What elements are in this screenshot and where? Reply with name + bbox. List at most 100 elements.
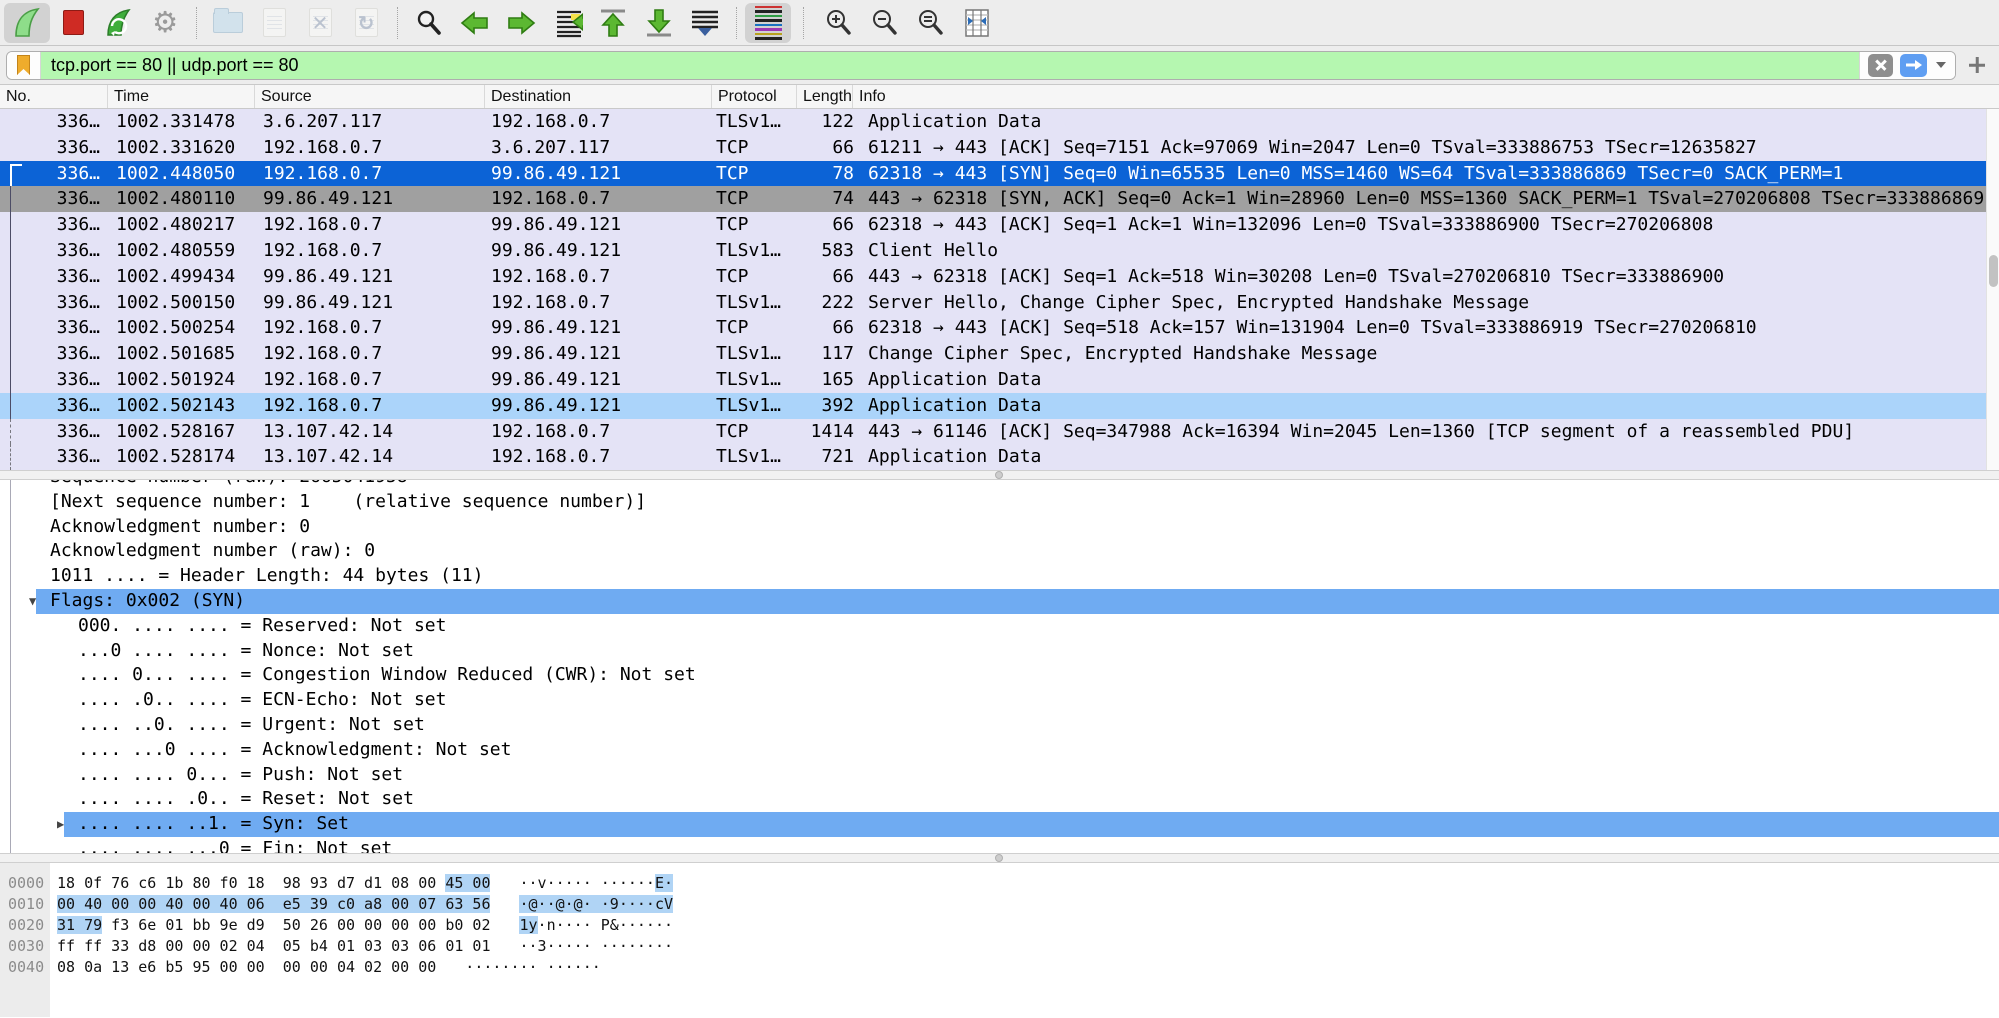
packet-row[interactable]: 336…1002.50015099.86.49.121192.168.0.7TL…: [0, 290, 1999, 316]
filter-clear-button[interactable]: [1868, 54, 1893, 77]
expand-icon[interactable]: ▶: [57, 812, 64, 837]
detail-line[interactable]: .... .... 0... = Push: Not set: [0, 763, 1999, 788]
packet-row[interactable]: 336…1002.502143192.168.0.799.86.49.121TL…: [0, 393, 1999, 419]
packet-row[interactable]: 336…1002.331620192.168.0.73.6.207.117TCP…: [0, 135, 1999, 161]
add-filter-button[interactable]: [1966, 54, 1988, 76]
cell-src: 192.168.0.7: [255, 393, 485, 419]
detail-line[interactable]: .... .0.. .... = ECN-Echo: Not set: [0, 688, 1999, 713]
packet-row[interactable]: 336…1002.48011099.86.49.121192.168.0.7TC…: [0, 186, 1999, 212]
scrollbar-thumb[interactable]: [1989, 255, 1998, 287]
hex-row[interactable]: 0030ff ff 33 d8 00 00 02 04 05 b4 01 03 …: [0, 936, 1999, 957]
detail-line[interactable]: ▼ Flags: 0x002 (SYN): [0, 589, 1999, 614]
detail-lines: Sequence number (raw): 2665041958[Next s…: [0, 480, 1999, 853]
display-filter-field[interactable]: tcp.port == 80 || udp.port == 80: [6, 51, 1956, 80]
filter-buttons: [1859, 52, 1955, 79]
hex-ascii: ·@··@·@· ·9····cV: [519, 894, 673, 915]
filter-dropdown-caret[interactable]: [1936, 62, 1946, 68]
conversation-bracket: [10, 444, 22, 470]
cell-time: 1002.502143: [108, 393, 255, 419]
hex-offset: 0040: [0, 957, 49, 978]
go-to-packet-button[interactable]: [544, 3, 590, 43]
zoom-out-button[interactable]: [862, 3, 908, 43]
pane-splitter-top[interactable]: [0, 470, 1999, 480]
stop-icon: [63, 10, 84, 35]
go-last-button[interactable]: [636, 3, 682, 43]
detail-line[interactable]: .... .... .0.. = Reset: Not set: [0, 787, 1999, 812]
capture-restart-button[interactable]: [96, 3, 142, 43]
collapse-icon[interactable]: ▼: [29, 589, 36, 614]
column-header-no[interactable]: No.: [0, 85, 108, 108]
filter-input[interactable]: tcp.port == 80 || udp.port == 80: [41, 52, 1859, 79]
detail-line[interactable]: .... ..0. .... = Urgent: Not set: [0, 713, 1999, 738]
go-back-button[interactable]: [452, 3, 498, 43]
filter-text: tcp.port == 80 || udp.port == 80: [51, 55, 299, 76]
column-header-time[interactable]: Time: [108, 85, 255, 108]
conversation-bracket: [10, 238, 22, 264]
detail-line[interactable]: ▶.... .... ..1. = Syn: Set: [0, 812, 1999, 837]
filter-bookmark-button[interactable]: [7, 52, 41, 79]
cell-proto: TCP: [712, 419, 797, 445]
hex-bytes: 00 40 00 00 40 00 40 06 e5 39 c0 a8 00 0…: [49, 894, 490, 915]
zoom-in-icon: [825, 9, 853, 37]
colorize-button[interactable]: [745, 3, 791, 43]
close-file-icon: ✕: [309, 8, 332, 37]
packet-row[interactable]: 336…1002.501924192.168.0.799.86.49.121TL…: [0, 367, 1999, 393]
capture-start-button[interactable]: [4, 3, 50, 43]
conversation-bracket: [10, 164, 22, 187]
packet-list-scrollbar[interactable]: [1986, 109, 1999, 470]
column-header-length[interactable]: Length: [797, 85, 853, 108]
packet-row[interactable]: 336…1002.501685192.168.0.799.86.49.121TL…: [0, 341, 1999, 367]
detail-line[interactable]: .... 0... .... = Congestion Window Reduc…: [0, 663, 1999, 688]
detail-text: Flags: 0x002 (SYN): [50, 589, 245, 614]
hex-row[interactable]: 000018 0f 76 c6 1b 80 f0 18 98 93 d7 d1 …: [0, 873, 1999, 894]
go-first-button[interactable]: [590, 3, 636, 43]
go-forward-button[interactable]: [498, 3, 544, 43]
detail-line[interactable]: ...0 .... .... = Nonce: Not set: [0, 639, 1999, 664]
filter-apply-button[interactable]: [1900, 54, 1927, 77]
detail-line[interactable]: Sequence number (raw): 2665041958: [0, 480, 1999, 490]
zoom-in-button[interactable]: [816, 3, 862, 43]
save-file-button[interactable]: [251, 3, 297, 43]
arrow-to-bottom-icon: [644, 8, 674, 38]
resize-columns-button[interactable]: [954, 3, 1000, 43]
packet-row[interactable]: 336…1002.480559192.168.0.799.86.49.121TL…: [0, 238, 1999, 264]
packet-row[interactable]: 336…1002.52817413.107.42.14192.168.0.7TL…: [0, 444, 1999, 470]
shark-fin-start-icon: [9, 5, 45, 41]
column-header-source[interactable]: Source: [255, 85, 485, 108]
detail-line[interactable]: Acknowledgment number: 0: [0, 515, 1999, 540]
detail-line[interactable]: 000. .... .... = Reserved: Not set: [0, 614, 1999, 639]
packet-row[interactable]: 336…1002.52816713.107.42.14192.168.0.7TC…: [0, 419, 1999, 445]
find-packet-button[interactable]: [406, 3, 452, 43]
cell-time: 1002.480110: [108, 186, 255, 212]
cell-src: 3.6.207.117: [255, 109, 485, 135]
column-header-destination[interactable]: Destination: [485, 85, 712, 108]
detail-line[interactable]: .... .... ...0 = Fin: Not set: [0, 837, 1999, 853]
column-header-info[interactable]: Info: [853, 85, 886, 108]
auto-scroll-button[interactable]: [682, 3, 728, 43]
hex-row[interactable]: 002031 79 f3 6e 01 bb 9e d9 50 26 00 00 …: [0, 915, 1999, 936]
cell-len: 66: [797, 264, 862, 290]
close-file-button[interactable]: ✕: [297, 3, 343, 43]
capture-options-button[interactable]: ⚙: [142, 3, 188, 43]
resize-columns-icon: [963, 8, 991, 38]
open-file-button[interactable]: [205, 3, 251, 43]
detail-line[interactable]: [Next sequence number: 1 (relative seque…: [0, 490, 1999, 515]
zoom-reset-button[interactable]: [908, 3, 954, 43]
column-header-protocol[interactable]: Protocol: [712, 85, 797, 108]
packet-row[interactable]: 336…1002.49943499.86.49.121192.168.0.7TC…: [0, 264, 1999, 290]
detail-line[interactable]: 1011 .... = Header Length: 44 bytes (11): [0, 564, 1999, 589]
cell-proto: TCP: [712, 264, 797, 290]
hex-row[interactable]: 004008 0a 13 e6 b5 95 00 00 00 00 04 02 …: [0, 957, 1999, 978]
reload-file-button[interactable]: ↻: [343, 3, 389, 43]
detail-line[interactable]: Acknowledgment number (raw): 0: [0, 539, 1999, 564]
packet-row[interactable]: 336…1002.480217192.168.0.799.86.49.121TC…: [0, 212, 1999, 238]
packet-row[interactable]: 336…1002.500254192.168.0.799.86.49.121TC…: [0, 315, 1999, 341]
packet-row[interactable]: 336…1002.3314783.6.207.117192.168.0.7TLS…: [0, 109, 1999, 135]
detail-line[interactable]: .... ...0 .... = Acknowledgment: Not set: [0, 738, 1999, 763]
pane-splitter-bottom[interactable]: [0, 853, 1999, 863]
capture-stop-button[interactable]: [50, 3, 96, 43]
hex-row[interactable]: 001000 40 00 00 40 00 40 06 e5 39 c0 a8 …: [0, 894, 1999, 915]
hex-byte-segment: 00 40 00 00 40 00 40 06 e5 39 c0 a8 00 0…: [57, 895, 490, 913]
packet-row[interactable]: 336…1002.448050192.168.0.799.86.49.121TC…: [0, 161, 1999, 187]
cell-proto: TCP: [712, 161, 797, 187]
